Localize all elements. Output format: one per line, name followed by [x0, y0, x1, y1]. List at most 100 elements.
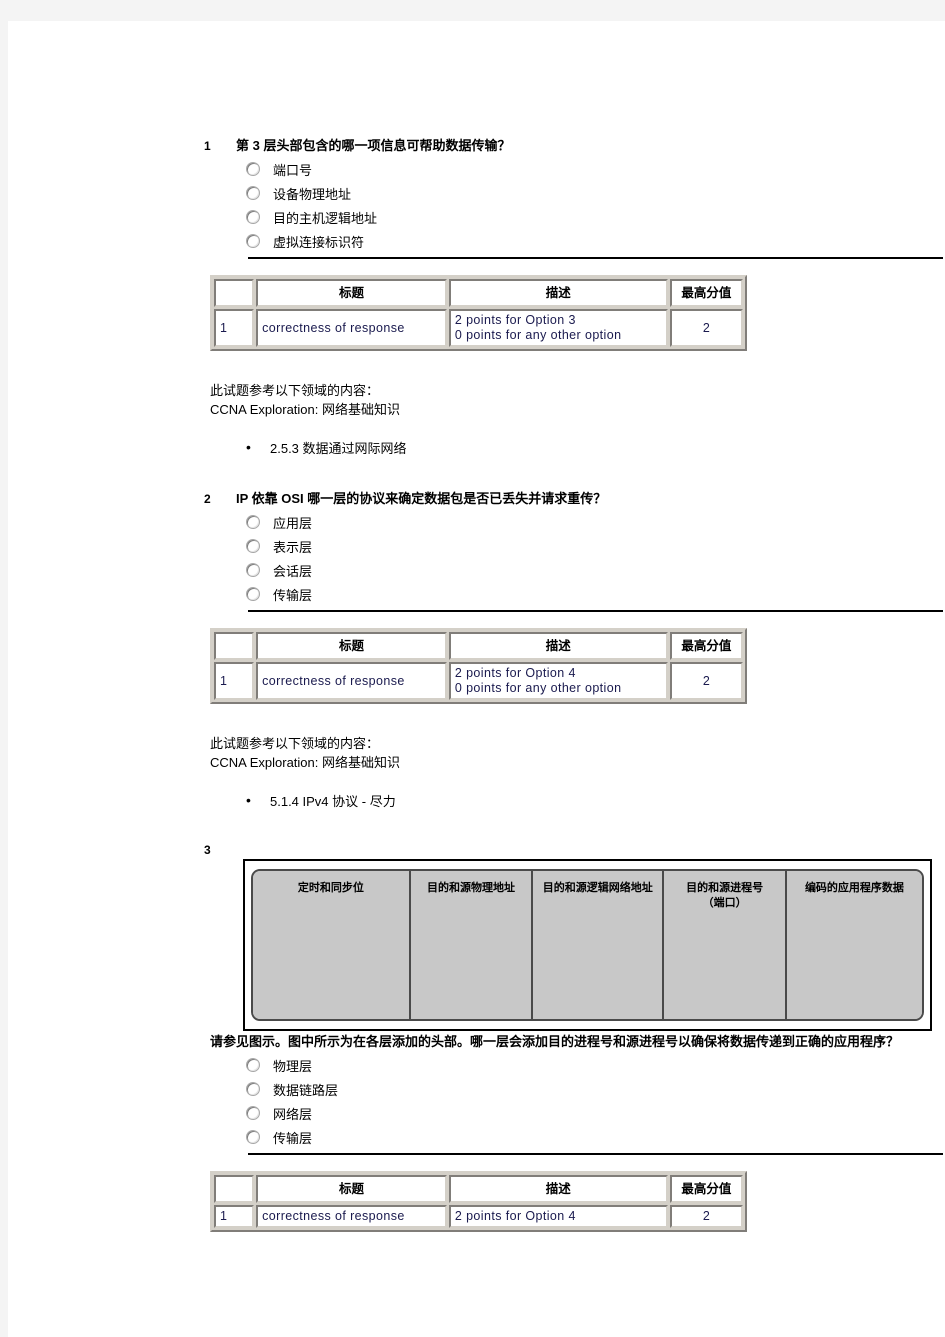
- question-2-header: 2 IP 依靠 OSI 哪一层的协议来确定数据包是否已丢失并请求重传？: [8, 490, 945, 508]
- scoring-table: 标题 描述 最高分值 1 correctness of response 2 p…: [210, 1171, 747, 1232]
- cell-max-score: 2: [669, 1205, 743, 1228]
- radio-button-icon[interactable]: [246, 1082, 260, 1096]
- header-title: 标题: [256, 1175, 447, 1203]
- exhibit-diagram-row: 定时和同步位 目的和源物理地址 目的和源逻辑网络地址 目的和源进程号 （端口） …: [251, 869, 924, 1021]
- option-row[interactable]: 物理层: [8, 1053, 945, 1077]
- option-row[interactable]: 设备物理地址: [8, 181, 945, 205]
- cell-index: 1: [214, 309, 255, 347]
- radio-button-icon[interactable]: [246, 186, 260, 200]
- cell-max-score: 2: [669, 309, 743, 347]
- question-block-2: 2 IP 依靠 OSI 哪一层的协议来确定数据包是否已丢失并请求重传？ 应用层 …: [8, 458, 945, 811]
- cell-description: 2 points for Option 3 0 points for any o…: [448, 309, 668, 347]
- question-2-text: IP 依靠 OSI 哪一层的协议来确定数据包是否已丢失并请求重传？: [236, 491, 607, 506]
- table-header-row: 标题 描述 最高分值: [214, 632, 743, 660]
- header-description: 描述: [448, 279, 668, 307]
- question-1-text: 第 3 层头部包含的哪一项信息可帮助数据传输？: [236, 138, 511, 153]
- cell-criterion: correctness of response: [256, 662, 447, 700]
- radio-button-icon[interactable]: [246, 563, 260, 577]
- exhibit-cell: 编码的应用程序数据: [786, 871, 922, 1019]
- radio-button-icon[interactable]: [246, 162, 260, 176]
- reference-course: CCNA Exploration: 网络基础知识: [210, 755, 400, 770]
- table-row: 1 correctness of response 2 points for O…: [214, 662, 743, 700]
- option-row[interactable]: 网络层: [8, 1101, 945, 1125]
- header-index: [214, 279, 255, 307]
- table-row: 1 correctness of response 2 points for O…: [214, 1205, 743, 1228]
- cell-index: 1: [214, 662, 255, 700]
- option-row[interactable]: 传输层: [8, 1125, 945, 1149]
- radio-button-icon[interactable]: [246, 515, 260, 529]
- question-3-text: 请参见图示。图中所示为在各层添加的头部。哪一层会添加目的进程号和源进程号以确保将…: [210, 1034, 900, 1049]
- option-label: 应用层: [273, 515, 313, 531]
- header-title: 标题: [256, 632, 447, 660]
- table-header-row: 标题 描述 最高分值: [214, 1175, 743, 1203]
- cell-criterion: correctness of response: [256, 309, 447, 347]
- radio-button-icon[interactable]: [246, 234, 260, 248]
- table-header-row: 标题 描述 最高分值: [214, 279, 743, 307]
- question-1-header: 1 第 3 层头部包含的哪一项信息可帮助数据传输？: [8, 137, 945, 155]
- cell-criterion: correctness of response: [256, 1205, 447, 1228]
- reference-intro: 此试题参考以下领域的内容：: [210, 383, 380, 398]
- radio-button-icon[interactable]: [246, 210, 260, 224]
- option-row[interactable]: 表示层: [8, 534, 945, 558]
- header-max-score: 最高分值: [669, 632, 743, 660]
- document-content: 1 第 3 层头部包含的哪一项信息可帮助数据传输？ 端口号 设备物理地址 目的主…: [8, 21, 945, 1232]
- exhibit-cell: 目的和源逻辑网络地址: [533, 871, 665, 1019]
- exhibit-diagram: 定时和同步位 目的和源物理地址 目的和源逻辑网络地址 目的和源进程号 （端口） …: [243, 859, 932, 1031]
- option-label: 物理层: [273, 1058, 313, 1074]
- option-label: 端口号: [273, 162, 313, 178]
- table-row: 1 correctness of response 2 points for O…: [214, 309, 743, 347]
- option-label: 表示层: [273, 539, 313, 555]
- scoring-table: 标题 描述 最高分值 1 correctness of response 2 p…: [210, 275, 747, 351]
- question-separator: [248, 610, 943, 612]
- radio-button-icon[interactable]: [246, 539, 260, 553]
- radio-button-icon[interactable]: [246, 1130, 260, 1144]
- option-label: 传输层: [273, 1130, 313, 1146]
- header-max-score: 最高分值: [669, 1175, 743, 1203]
- scoring-table-wrapper-1: 标题 描述 最高分值 1 correctness of response 2 p…: [8, 275, 945, 351]
- reference-topic-list: 2.5.3 数据通过网际网络: [210, 438, 945, 458]
- question-2-options: 应用层 表示层 会话层 传输层: [8, 510, 945, 606]
- option-label: 数据链路层: [273, 1082, 339, 1098]
- option-row[interactable]: 传输层: [8, 582, 945, 606]
- option-label: 虚拟连接标识符: [273, 234, 365, 250]
- header-max-score: 最高分值: [669, 279, 743, 307]
- question-block-1: 1 第 3 层头部包含的哪一项信息可帮助数据传输？ 端口号 设备物理地址 目的主…: [8, 21, 945, 458]
- option-row[interactable]: 数据链路层: [8, 1077, 945, 1101]
- header-description: 描述: [448, 1175, 668, 1203]
- question-3-number: 3: [204, 843, 211, 857]
- scoring-table: 标题 描述 最高分值 1 correctness of response 2 p…: [210, 628, 747, 704]
- reference-topic-list: 5.1.4 IPv4 协议 - 尽力: [210, 791, 945, 811]
- question-separator: [248, 1153, 943, 1155]
- exhibit-cell: 定时和同步位: [253, 871, 411, 1019]
- reference-block-2: 此试题参考以下领域的内容： CCNA Exploration: 网络基础知识 5…: [8, 734, 945, 811]
- option-row[interactable]: 应用层: [8, 510, 945, 534]
- question-2-number: 2: [204, 492, 211, 506]
- reference-block-1: 此试题参考以下领域的内容： CCNA Exploration: 网络基础知识 2…: [8, 381, 945, 458]
- option-row[interactable]: 虚拟连接标识符: [8, 229, 945, 253]
- radio-button-icon[interactable]: [246, 1106, 260, 1120]
- radio-button-icon[interactable]: [246, 1058, 260, 1072]
- option-row[interactable]: 目的主机逻辑地址: [8, 205, 945, 229]
- exhibit-cell: 目的和源物理地址: [410, 871, 534, 1019]
- question-separator: [248, 257, 943, 259]
- option-label: 目的主机逻辑地址: [273, 210, 378, 226]
- cell-max-score: 2: [669, 662, 743, 700]
- reference-course: CCNA Exploration: 网络基础知识: [210, 402, 400, 417]
- question-block-3: 3 定时和同步位 目的和源物理地址 目的和源逻辑网络地址 目的和源进程号 （端口…: [8, 811, 945, 1232]
- cell-description: 2 points for Option 4 0 points for any o…: [448, 662, 668, 700]
- option-label: 设备物理地址: [273, 186, 352, 202]
- radio-button-icon[interactable]: [246, 587, 260, 601]
- question-1-number: 1: [204, 139, 211, 153]
- scoring-table-wrapper-2: 标题 描述 最高分值 1 correctness of response 2 p…: [8, 628, 945, 704]
- header-description: 描述: [448, 632, 668, 660]
- list-item: 5.1.4 IPv4 协议 - 尽力: [210, 791, 945, 811]
- cell-index: 1: [214, 1205, 255, 1228]
- question-1-options: 端口号 设备物理地址 目的主机逻辑地址 虚拟连接标识符: [8, 157, 945, 253]
- option-row[interactable]: 端口号: [8, 157, 945, 181]
- option-row[interactable]: 会话层: [8, 558, 945, 582]
- scoring-table-wrapper-3: 标题 描述 最高分值 1 correctness of response 2 p…: [8, 1171, 945, 1232]
- question-3-options: 物理层 数据链路层 网络层 传输层: [8, 1053, 945, 1149]
- reference-intro: 此试题参考以下领域的内容：: [210, 736, 380, 751]
- option-label: 传输层: [273, 587, 313, 603]
- option-label: 网络层: [273, 1106, 313, 1122]
